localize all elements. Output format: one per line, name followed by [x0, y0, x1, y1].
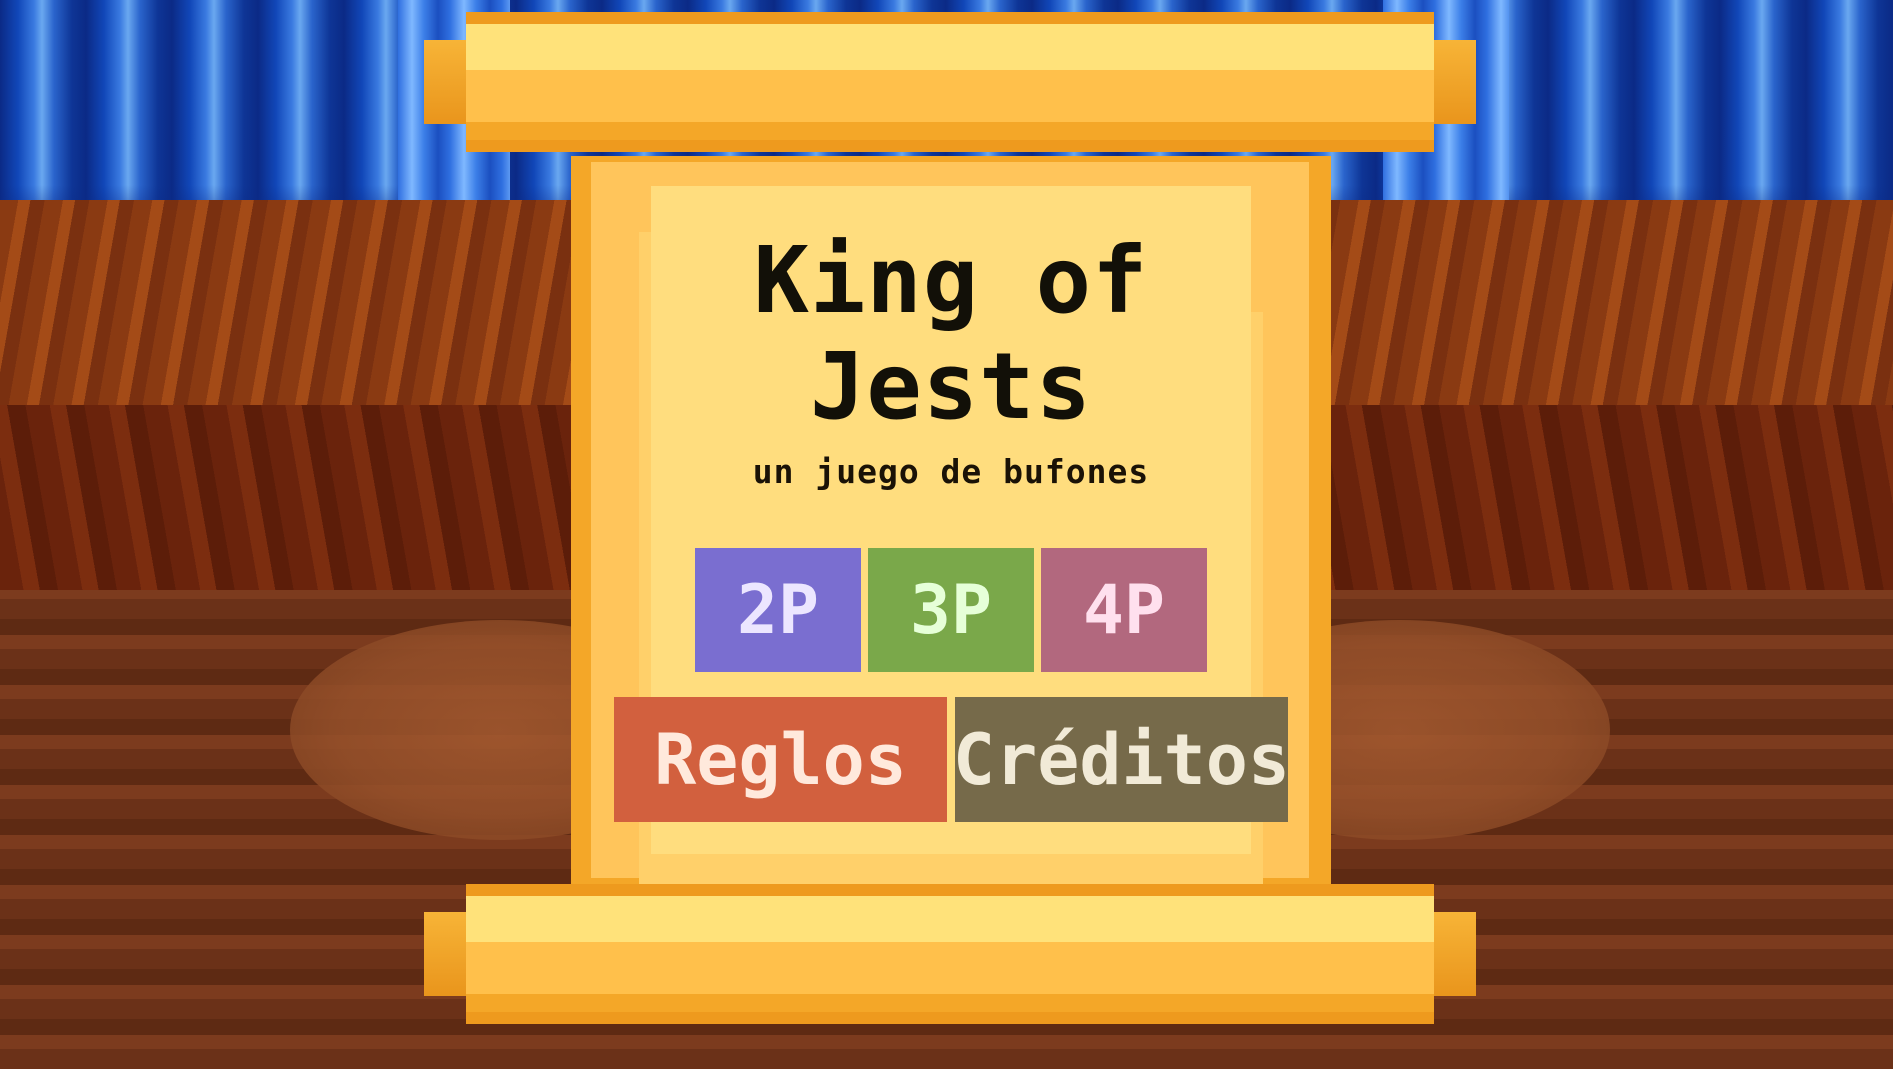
game-scene: King of Jests un juego de bufones 2P 3P …	[0, 0, 1893, 1069]
two-player-button[interactable]: 2P	[695, 548, 861, 672]
four-player-button[interactable]: 4P	[1041, 548, 1207, 672]
game-title-line1: King of	[753, 227, 1149, 334]
game-subtitle: un juego de bufones	[752, 452, 1150, 491]
rules-button[interactable]: Reglos	[614, 697, 947, 822]
scroll-roll-top	[424, 12, 1476, 152]
three-player-button[interactable]: 3P	[868, 548, 1034, 672]
game-title: King of Jests	[571, 228, 1331, 440]
scroll-roll-bottom	[424, 884, 1476, 1024]
game-title-line2: Jests	[810, 333, 1092, 440]
credits-button[interactable]: Créditos	[953, 697, 1290, 822]
